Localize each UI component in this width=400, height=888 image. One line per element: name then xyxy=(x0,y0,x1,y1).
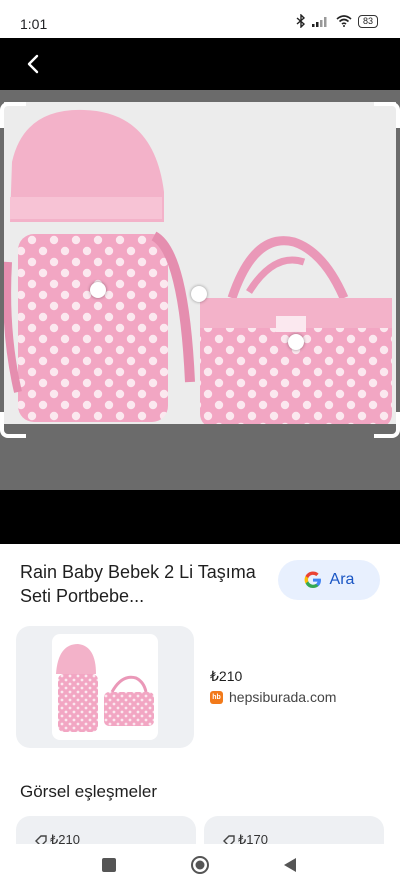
search-button-label: Ara xyxy=(329,571,355,588)
source-link[interactable]: hb hepsiburada.com xyxy=(210,689,336,705)
top-bar xyxy=(0,38,400,90)
crop-region[interactable] xyxy=(3,102,396,428)
crop-corner-bottom-left[interactable] xyxy=(0,412,26,438)
status-icons: 83 xyxy=(296,14,378,28)
square-nav-icon[interactable] xyxy=(101,857,117,873)
product-photo-area xyxy=(0,90,400,490)
product-thumbnail-card[interactable] xyxy=(16,626,194,748)
visual-match-card-1[interactable]: ₺210 xyxy=(16,816,196,846)
visual-match-card-2[interactable]: ₺170 xyxy=(204,816,384,846)
visual-matches-heading: Görsel eşleşmeler xyxy=(20,782,157,801)
status-bar: 1:01 83 xyxy=(0,0,400,38)
hepsiburada-logo-icon: hb xyxy=(210,690,223,704)
wifi-icon xyxy=(336,15,352,27)
crop-corner-bottom-right[interactable] xyxy=(374,412,400,438)
photo-footer-band xyxy=(0,490,400,544)
crop-corner-top-right[interactable] xyxy=(374,102,400,128)
google-search-button[interactable]: Ara xyxy=(278,560,380,600)
battery-icon: 83 xyxy=(357,14,378,28)
object-marker-right[interactable] xyxy=(288,334,304,350)
thumbnail-image xyxy=(56,644,154,732)
bluetooth-icon xyxy=(296,14,306,28)
object-marker-center[interactable] xyxy=(191,286,207,302)
system-navigation-bar xyxy=(0,844,400,888)
google-icon xyxy=(304,571,321,589)
object-marker-left[interactable] xyxy=(90,282,106,298)
home-nav-icon[interactable] xyxy=(190,855,210,875)
product-image xyxy=(3,109,392,428)
status-time: 1:01 xyxy=(20,16,48,32)
product-price: ₺210 xyxy=(210,668,243,684)
source-name: hepsiburada.com xyxy=(229,689,337,705)
back-arrow-icon[interactable] xyxy=(22,52,46,76)
product-thumbnail xyxy=(52,634,158,740)
results-sheet: Rain Baby Bebek 2 Li Taşıma Seti Portbeb… xyxy=(0,544,400,846)
signal-icon xyxy=(311,17,327,27)
product-title[interactable]: Rain Baby Bebek 2 Li Taşıma Seti Portbeb… xyxy=(20,560,260,608)
back-nav-icon[interactable] xyxy=(282,857,298,873)
crop-corner-top-left[interactable] xyxy=(0,102,26,128)
